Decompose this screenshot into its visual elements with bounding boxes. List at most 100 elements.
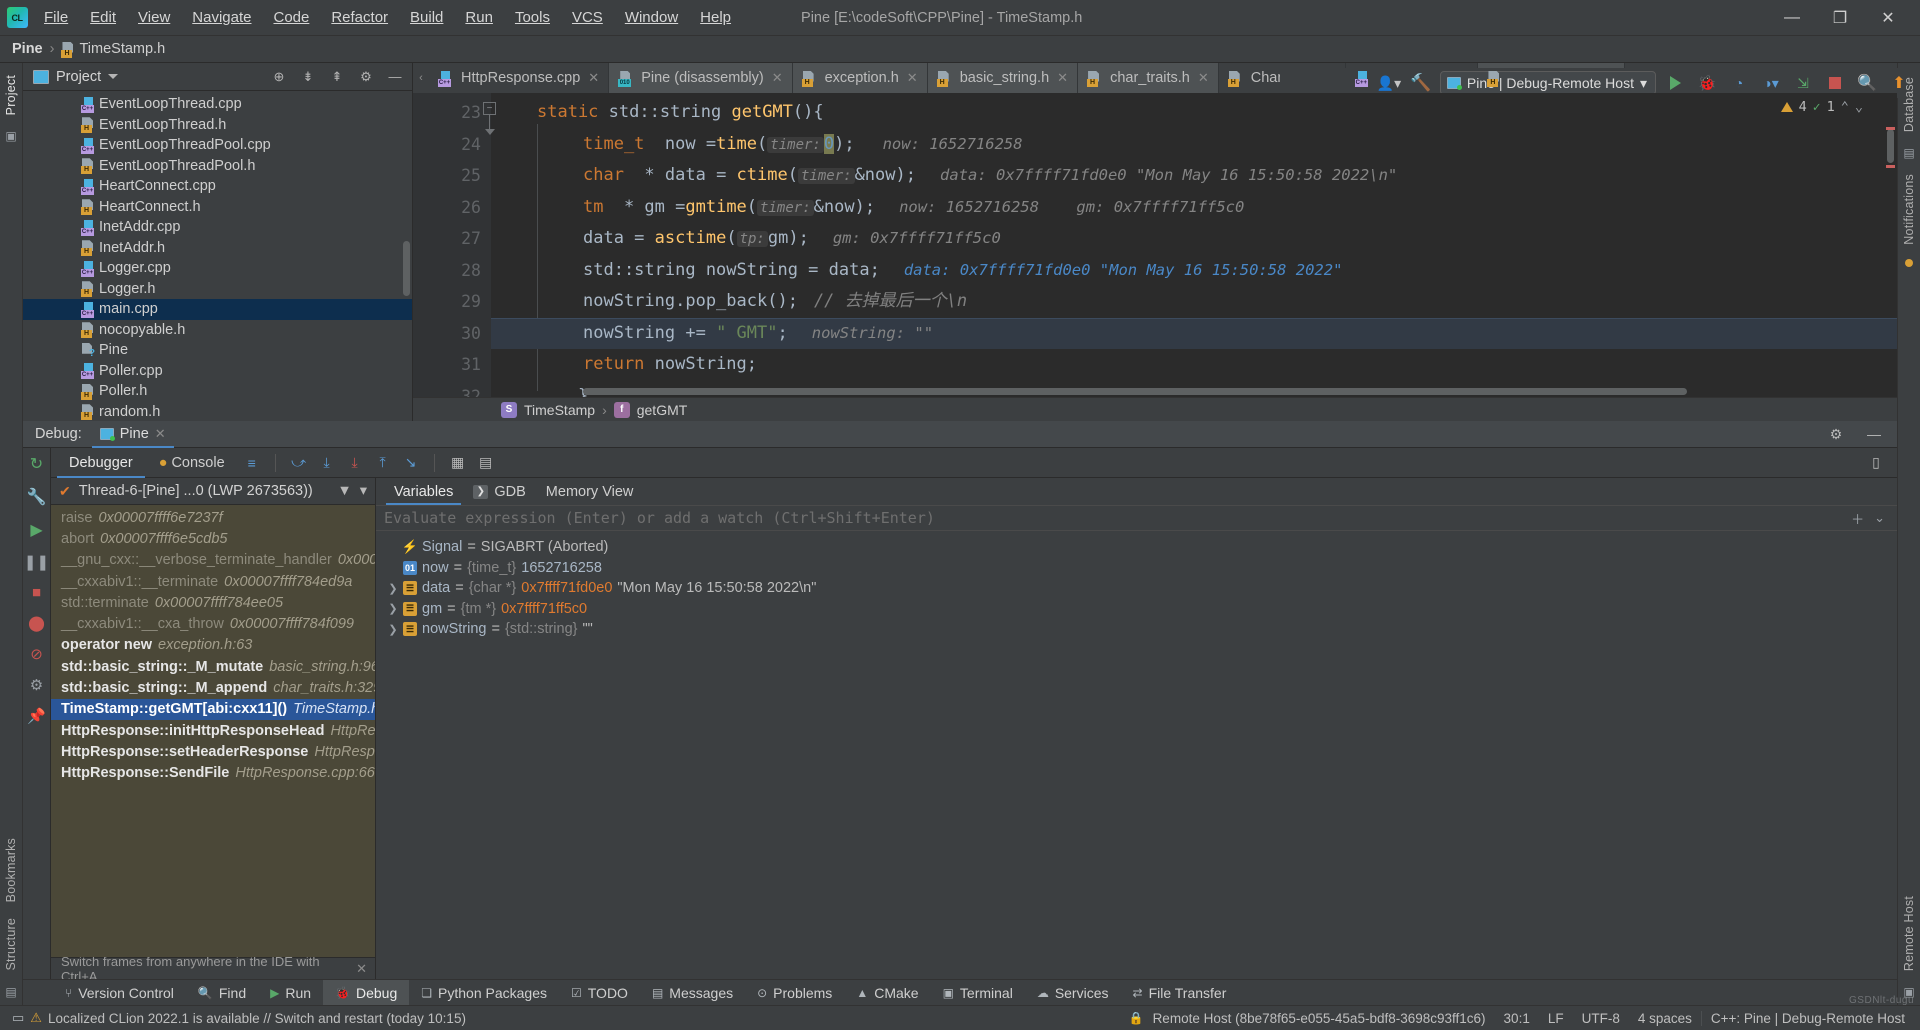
run-with-coverage-icon[interactable]: ◔ <box>1726 71 1752 95</box>
tree-item[interactable]: InetAddr.cpp <box>23 217 412 238</box>
step-into-icon[interactable]: ⤓ <box>314 451 340 475</box>
inline-debug-value[interactable]: data: 0x7ffff71fd0e0 "Mon May 16 15:50:5… <box>904 261 1343 279</box>
stop-icon[interactable] <box>1822 71 1848 95</box>
file-encoding[interactable]: UTF-8 <box>1573 1011 1629 1026</box>
run-icon[interactable] <box>1662 71 1688 95</box>
error-stripe-marker[interactable] <box>1886 165 1895 168</box>
attach-icon[interactable]: ⇲ <box>1790 71 1816 95</box>
tree-item[interactable]: random.h <box>23 402 412 422</box>
stack-frame[interactable]: std::basic_string::_M_appendchar_traits.… <box>51 677 375 698</box>
toolwindow-python-packages[interactable]: ❏Python Packages <box>409 980 559 1006</box>
stack-frame[interactable]: __cxxabiv1::__terminate0x00007ffff784ed9… <box>51 571 375 592</box>
remote-host-status[interactable]: Remote Host (8be78f65-e055-45a5-bdf8-369… <box>1144 1011 1495 1026</box>
indent-setting[interactable]: 4 spaces <box>1629 1011 1701 1026</box>
close-icon[interactable]: ✕ <box>155 426 166 442</box>
tab-console[interactable]: ●Console <box>147 448 237 478</box>
code-line-31[interactable]: return nowString; <box>491 349 1897 381</box>
inline-debug-value[interactable]: data: 0x7ffff71fd0e0 "Mon May 16 15:50:5… <box>940 166 1397 184</box>
status-message[interactable]: Localized CLion 2022.1 is available // S… <box>42 1011 466 1026</box>
variable-row[interactable]: ⚡ Signal = SIGABRT (Aborted) <box>376 537 1897 558</box>
close-icon[interactable]: ✕ <box>772 70 783 86</box>
variable-row[interactable]: 01 now = {time_t} 1652716258 <box>376 558 1897 579</box>
tree-item[interactable]: EventLoopThread.h <box>23 115 412 136</box>
stack-frame-selected[interactable]: TimeStamp::getGMT[abi:cxx11]()TimeStamp.… <box>51 699 375 720</box>
menu-vcs[interactable]: VCS <box>562 5 613 30</box>
code-line-27[interactable]: data = asctime(tp:gm);gm: 0x7ffff71ff5c0 <box>491 223 1897 255</box>
tab-basic-string-h[interactable]: basic_string.h✕ <box>928 63 1078 93</box>
error-stripe-marker[interactable] <box>1886 127 1895 130</box>
code-line-24[interactable]: time_t now =time(timer:0);now: 165271625… <box>491 129 1897 161</box>
chevron-up-icon[interactable]: ⌃ <box>1841 99 1849 115</box>
inline-debug-value[interactable]: gm: 0x7ffff71ff5c0 <box>833 229 1001 247</box>
toolwindow-run[interactable]: ▶Run <box>258 980 323 1006</box>
watches-icon[interactable]: ▤ <box>473 451 499 475</box>
pause-icon[interactable]: ❚❚ <box>24 553 49 571</box>
inline-debug-value[interactable]: now: 1652716258 <box>883 135 1023 153</box>
stack-frame[interactable]: HttpResponse::setHeaderResponseHttpRespo… <box>51 741 375 762</box>
layout-settings-icon[interactable]: ▯ <box>1863 451 1889 475</box>
line-separator[interactable]: LF <box>1539 1011 1573 1026</box>
close-icon[interactable]: ✕ <box>907 70 918 86</box>
debug-icon[interactable]: 🐞 <box>1694 71 1720 95</box>
editor-horizontal-scrollbar[interactable] <box>583 388 1687 395</box>
event-log-icon[interactable]: ▭ <box>6 1010 30 1026</box>
stack-frame[interactable]: __gnu_cxx::__verbose_terminate_handler0x… <box>51 550 375 571</box>
tree-item[interactable]: Pine <box>23 340 412 361</box>
settings-wrench-icon[interactable]: 🔧 <box>27 487 47 507</box>
caret-position[interactable]: 30:1 <box>1495 1011 1539 1026</box>
profile-icon[interactable]: ◑▾ <box>1758 71 1784 95</box>
toolwindow-find[interactable]: 🔍Find <box>186 980 258 1006</box>
filter-icon[interactable]: ▼ <box>337 483 351 499</box>
tree-item[interactable]: HeartConnect.h <box>23 197 412 218</box>
maximize-button[interactable]: ❐ <box>1818 3 1862 33</box>
toolwindow-version-control[interactable]: ⑂Version Control <box>53 980 186 1006</box>
call-stack-list[interactable]: raise0x00007ffff6e7237f abort0x00007ffff… <box>51 505 375 957</box>
breadcrumb-file[interactable]: TimeStamp.h <box>79 41 165 57</box>
tree-item[interactable]: nocopyable.h <box>23 320 412 341</box>
code-line-25[interactable]: char * data = ctime(timer:&now);data: 0x… <box>491 160 1897 192</box>
menu-file[interactable]: File <box>34 5 78 30</box>
stack-frame[interactable]: __cxxabiv1::__cxa_throw0x00007ffff784f09… <box>51 613 375 634</box>
stack-frame[interactable]: abort0x00007ffff6e5cdb5 <box>51 528 375 549</box>
hammer-icon[interactable]: 🔨 <box>1408 71 1434 95</box>
user-icon[interactable]: 👤▾ <box>1376 71 1402 95</box>
menu-window[interactable]: Window <box>615 5 688 30</box>
variables-list[interactable]: ⚡ Signal = SIGABRT (Aborted) 01 now <box>376 531 1897 979</box>
toolwindow-cmake[interactable]: ▲CMake <box>844 980 930 1006</box>
locate-icon[interactable]: ⊕ <box>268 67 290 87</box>
menu-navigate[interactable]: Navigate <box>182 5 261 30</box>
sidebar-tab-notifications[interactable]: Notifications <box>1899 166 1919 253</box>
menu-view[interactable]: View <box>128 5 180 30</box>
close-button[interactable]: ✕ <box>1866 3 1910 33</box>
settings-gear-icon[interactable]: ⚙ <box>30 676 43 694</box>
mute-breakpoints-icon[interactable]: ⊘ <box>30 645 43 663</box>
menu-code[interactable]: Code <box>263 5 319 30</box>
watch-input[interactable]: Evaluate expression (Enter) or add a wat… <box>384 509 1851 527</box>
sidebar-tab-database[interactable]: Database <box>1899 69 1919 140</box>
tree-item[interactable]: EventLoopThread.cpp <box>23 94 412 115</box>
code-line-23[interactable]: static std::string getGMT(){ <box>491 97 1897 129</box>
sidebar-tab-structure[interactable]: Structure <box>1 910 21 979</box>
menu-run[interactable]: Run <box>455 5 503 30</box>
tab-httpresponse-cpp[interactable]: HttpResponse.cpp✕ <box>429 63 609 93</box>
step-over-icon[interactable]: ⤻ <box>286 451 312 475</box>
tab-scroll-left-icon[interactable]: ‹ <box>413 63 429 93</box>
tab-variables[interactable]: Variables <box>386 478 461 505</box>
breadcrumb-project[interactable]: Pine <box>12 41 43 57</box>
tree-item[interactable]: Logger.cpp <box>23 258 412 279</box>
tree-item[interactable]: Logger.h <box>23 279 412 300</box>
menu-build[interactable]: Build <box>400 5 453 30</box>
variable-row[interactable]: ❯ ☰ nowString = {std::string} "" <box>376 619 1897 640</box>
breadcrumb-timestamp[interactable]: TimeStamp <box>524 402 595 418</box>
menu-edit[interactable]: Edit <box>80 5 126 30</box>
run-configuration-selector[interactable]: Pine | Debug-Remote Host ▾ <box>1440 71 1656 95</box>
tab-pine-disassembly[interactable]: Pine (disassembly)✕ <box>609 63 792 93</box>
code-line-26[interactable]: tm * gm =gmtime(timer:&now);now: 1652716… <box>491 192 1897 224</box>
tab-char-traits-h[interactable]: char_traits.h✕ <box>1078 63 1219 93</box>
toolwindow-problems[interactable]: ⊙Problems <box>745 980 844 1006</box>
tree-item[interactable]: EventLoopThreadPool.cpp <box>23 135 412 156</box>
search-icon[interactable]: 🔍 <box>1854 71 1880 95</box>
context-status[interactable]: C++: Pine | Debug-Remote Host <box>1701 1011 1914 1026</box>
force-step-into-icon[interactable]: ⤓ <box>342 451 368 475</box>
breadcrumb-getgmt[interactable]: getGMT <box>637 402 688 418</box>
